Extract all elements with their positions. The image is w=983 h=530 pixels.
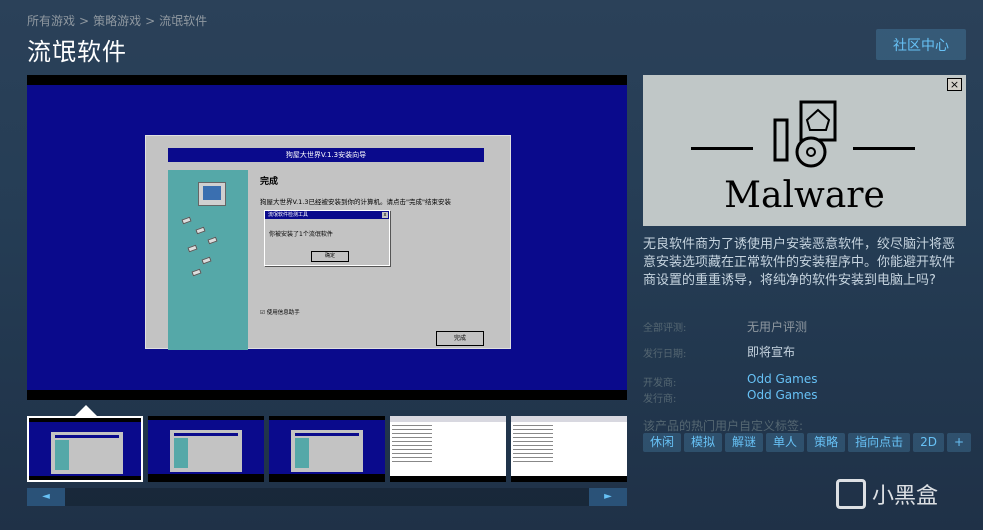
scroll-left-button[interactable]: ◄: [27, 488, 65, 506]
wizard-text: 狗屋大世界V.1.3已经被安装到你的计算机。请点击"完成"结束安装: [260, 198, 451, 206]
disk-icon: [191, 268, 202, 277]
xiaoheihe-logo-icon: [836, 479, 866, 509]
reviews-label: 全部评测:: [643, 323, 687, 334]
release-date-value: 即将宣布: [747, 345, 796, 359]
developer-label: 开发商:: [643, 378, 677, 389]
reviews-value: 无用户评测: [747, 320, 808, 334]
publisher-label: 发行商:: [643, 394, 677, 405]
main-screenshot[interactable]: 狗屋大世界V.1.3安装向导 完成 狗屋大世界V.1.3已经被安装到你的计算机。…: [27, 75, 627, 400]
tag-2d[interactable]: 2D: [913, 433, 944, 452]
game-description: 无良软件商为了诱使用户安装恶意软件，绞尽脑汁将恶意安装选项藏在正常软件的安装程序…: [643, 237, 956, 288]
screenshot-desktop: 狗屋大世界V.1.3安装向导 完成 狗屋大世界V.1.3已经被安装到你的计算机。…: [27, 85, 627, 390]
decorative-line: [853, 147, 915, 150]
wizard-heading: 完成: [260, 177, 279, 187]
release-date-label: 发行日期:: [643, 349, 687, 360]
tag-list: 休闲 模拟 解谜 单人 策略 指向点击 2D +: [643, 433, 972, 452]
scroll-right-button[interactable]: ►: [589, 488, 627, 506]
tag-simulation[interactable]: 模拟: [684, 433, 723, 452]
add-tag-button[interactable]: +: [946, 433, 972, 452]
checkbox-label: 使用信息助手: [266, 310, 300, 316]
thumbnail-selector-arrow: [75, 405, 97, 416]
disk-icon: [181, 216, 192, 225]
tag-strategy[interactable]: 策略: [807, 433, 846, 452]
close-icon: x: [382, 212, 388, 218]
thumbnail-4[interactable]: [390, 416, 506, 482]
thumbnail-1[interactable]: [27, 416, 143, 482]
decorative-line: [691, 147, 753, 150]
developer-link[interactable]: Odd Games: [747, 372, 817, 386]
tag-puzzle[interactable]: 解谜: [725, 433, 764, 452]
wizard-finish-button: 完成: [436, 331, 484, 346]
breadcrumb-separator: >: [145, 14, 156, 28]
breadcrumb-strategy[interactable]: 策略游戏: [93, 14, 141, 28]
community-hub-button[interactable]: 社区中心: [876, 29, 966, 60]
tag-casual[interactable]: 休闲: [643, 433, 682, 452]
page-title: 流氓软件: [27, 38, 127, 66]
thumbnail-2[interactable]: [148, 416, 264, 482]
tags-label: 该产品的热门用户自定义标签:: [643, 419, 804, 433]
thumbnail-5[interactable]: [511, 416, 627, 482]
header-capsule-image: × Malware: [643, 75, 966, 226]
breadcrumb-current[interactable]: 流氓软件: [159, 14, 207, 28]
publisher-link[interactable]: Odd Games: [747, 388, 817, 402]
thumbnail-3[interactable]: [269, 416, 385, 482]
breadcrumb-all-games[interactable]: 所有游戏: [27, 14, 75, 28]
dialog-title: 流氓软件检测工具: [268, 212, 309, 218]
disk-icon: [195, 226, 206, 235]
dialog-ok-button: 确定: [311, 251, 349, 262]
disk-icon: [187, 244, 198, 253]
computer-icon: [198, 182, 226, 206]
close-icon: ×: [947, 78, 962, 91]
detection-dialog: 流氓软件检测工具 x 你被安装了1个流氓软件 确定: [264, 210, 390, 266]
install-wizard-window: 狗屋大世界V.1.3安装向导 完成 狗屋大世界V.1.3已经被安装到你的计算机。…: [145, 135, 511, 350]
breadcrumb-separator: >: [79, 14, 90, 28]
wizard-title: 狗屋大世界V.1.3安装向导: [168, 148, 484, 162]
wizard-checkbox: ☑ 使用信息助手: [260, 310, 300, 316]
disk-icon: [201, 256, 212, 265]
breadcrumb: 所有游戏 > 策略游戏 > 流氓软件: [27, 12, 207, 29]
tag-singleplayer[interactable]: 单人: [766, 433, 805, 452]
thumbnail-scrollbar[interactable]: ◄ ►: [27, 488, 627, 506]
capsule-title-text: Malware: [724, 175, 885, 216]
thumbnail-strip: [27, 416, 627, 482]
disk-icon: [207, 236, 218, 245]
wizard-side-panel: [168, 170, 248, 350]
watermark-text: 小黑盒: [872, 484, 939, 509]
software-package-icon: [773, 100, 837, 168]
watermark: 小黑盒: [836, 478, 938, 510]
tag-point-and-click[interactable]: 指向点击: [848, 433, 911, 452]
dialog-message: 你被安装了1个流氓软件: [269, 231, 333, 238]
